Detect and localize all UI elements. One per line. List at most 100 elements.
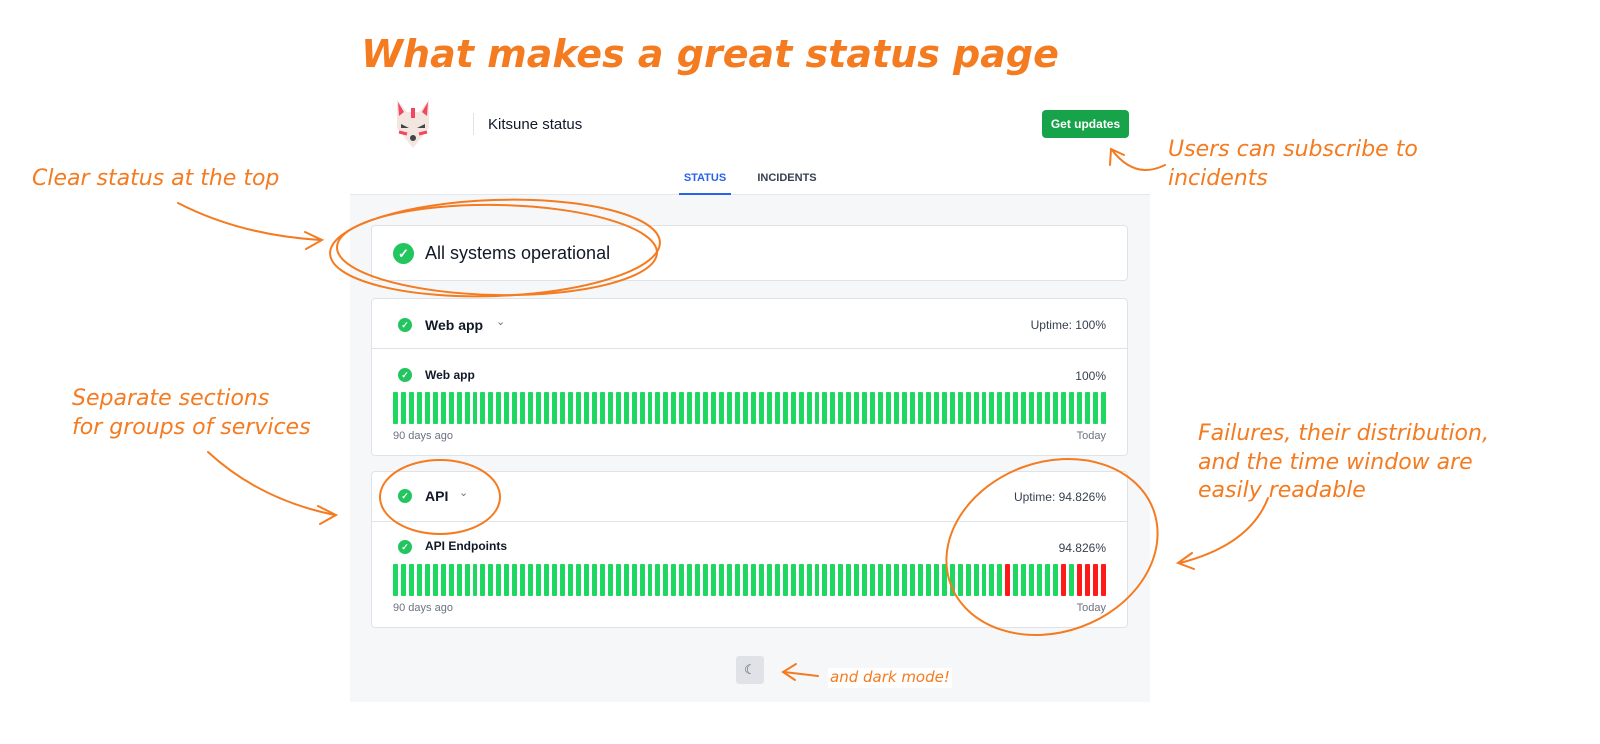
uptime-bar-ok[interactable] — [822, 564, 828, 596]
uptime-bar-ok[interactable] — [997, 392, 1003, 424]
uptime-bar-ok[interactable] — [504, 392, 510, 424]
uptime-bar-ok[interactable] — [902, 564, 907, 596]
uptime-bar-ok[interactable] — [750, 392, 756, 424]
uptime-bar-ok[interactable] — [512, 564, 518, 596]
uptime-bar-ok[interactable] — [1076, 392, 1082, 424]
uptime-bar-ok[interactable] — [925, 564, 931, 596]
uptime-bar-ok[interactable] — [878, 392, 884, 424]
uptime-bar-ok[interactable] — [432, 392, 438, 424]
uptime-bar-ok[interactable] — [496, 564, 502, 596]
tab-incidents[interactable]: INCIDENTS — [752, 172, 822, 195]
uptime-bar-ok[interactable] — [687, 392, 693, 424]
uptime-bar-ok[interactable] — [774, 392, 780, 424]
uptime-bar-ok[interactable] — [734, 392, 740, 424]
uptime-bar-ok[interactable] — [798, 392, 804, 424]
uptime-bar-ok[interactable] — [1029, 564, 1035, 596]
uptime-bar-ok[interactable] — [917, 564, 923, 596]
uptime-bar-ok[interactable] — [973, 564, 979, 596]
uptime-bar-ok[interactable] — [567, 392, 573, 424]
uptime-bar-ok[interactable] — [440, 392, 446, 424]
uptime-bar-ok[interactable] — [909, 564, 915, 596]
uptime-bar-ok[interactable] — [480, 392, 486, 424]
uptime-bar-ok[interactable] — [806, 392, 812, 424]
uptime-bar-ok[interactable] — [719, 392, 725, 424]
uptime-bar-ok[interactable] — [846, 564, 852, 596]
uptime-bar-ok[interactable] — [886, 564, 892, 596]
chevron-down-icon[interactable]: ⌄ — [459, 486, 468, 499]
uptime-bar-ok[interactable] — [567, 564, 573, 596]
uptime-bar-ok[interactable] — [790, 392, 796, 424]
uptime-bar-ok[interactable] — [894, 392, 899, 424]
uptime-bar-ok[interactable] — [798, 564, 804, 596]
uptime-bar-ok[interactable] — [1053, 392, 1059, 424]
uptime-bar-ok[interactable] — [408, 392, 414, 424]
uptime-bar-ok[interactable] — [703, 564, 709, 596]
uptime-bar-ok[interactable] — [949, 564, 955, 596]
uptime-bar-ok[interactable] — [1029, 392, 1035, 424]
uptime-bar-ok[interactable] — [727, 564, 732, 596]
uptime-bar-ok[interactable] — [862, 392, 868, 424]
uptime-bar-ok[interactable] — [965, 564, 971, 596]
uptime-bar-ok[interactable] — [520, 392, 526, 424]
uptime-bar-ok[interactable] — [695, 392, 701, 424]
uptime-bar-ok[interactable] — [949, 392, 955, 424]
uptime-bar-ok[interactable] — [615, 564, 621, 596]
uptime-bar-ok[interactable] — [1013, 392, 1019, 424]
uptime-bar-ok[interactable] — [591, 392, 597, 424]
uptime-bar-ok[interactable] — [1037, 564, 1043, 596]
uptime-bar-ok[interactable] — [560, 564, 565, 596]
uptime-bar-ok[interactable] — [1061, 392, 1067, 424]
uptime-bar-ok[interactable] — [1021, 564, 1027, 596]
uptime-bar-ok[interactable] — [528, 564, 534, 596]
uptime-bar-ok[interactable] — [607, 392, 613, 424]
uptime-bar-failure[interactable] — [1076, 564, 1082, 596]
uptime-bar-ok[interactable] — [838, 392, 844, 424]
uptime-bar-ok[interactable] — [488, 564, 494, 596]
uptime-bar-ok[interactable] — [544, 392, 550, 424]
uptime-bar-ok[interactable] — [639, 392, 645, 424]
uptime-bar-ok[interactable] — [464, 392, 470, 424]
uptime-bar-ok[interactable] — [647, 392, 653, 424]
group-header[interactable]: ✓ API ⌄ Uptime: 94.826% — [372, 472, 1127, 522]
uptime-bar-ok[interactable] — [782, 392, 788, 424]
uptime-bar-ok[interactable] — [639, 564, 645, 596]
uptime-bar-ok[interactable] — [941, 392, 947, 424]
uptime-bar-ok[interactable] — [957, 564, 963, 596]
uptime-bar-ok[interactable] — [544, 564, 550, 596]
uptime-bar-ok[interactable] — [464, 564, 470, 596]
uptime-bar-ok[interactable] — [424, 564, 430, 596]
uptime-bar-ok[interactable] — [536, 392, 542, 424]
uptime-bar-ok[interactable] — [981, 392, 987, 424]
uptime-bar-ok[interactable] — [456, 392, 462, 424]
uptime-bar-ok[interactable] — [870, 564, 876, 596]
uptime-bar-ok[interactable] — [742, 392, 748, 424]
uptime-bar-ok[interactable] — [679, 564, 685, 596]
uptime-bar-ok[interactable] — [687, 564, 693, 596]
uptime-bar-ok[interactable] — [416, 564, 422, 596]
uptime-bar-ok[interactable] — [599, 564, 605, 596]
uptime-bar-ok[interactable] — [822, 392, 828, 424]
uptime-bar-ok[interactable] — [400, 392, 406, 424]
uptime-bar-ok[interactable] — [870, 392, 876, 424]
uptime-bar-ok[interactable] — [830, 392, 836, 424]
uptime-bar-ok[interactable] — [575, 564, 581, 596]
uptime-bar-ok[interactable] — [472, 564, 478, 596]
dark-mode-toggle[interactable]: ☾ — [736, 656, 764, 684]
uptime-bar-ok[interactable] — [854, 392, 860, 424]
uptime-bar-ok[interactable] — [456, 564, 462, 596]
uptime-bar-ok[interactable] — [989, 564, 995, 596]
uptime-bar-ok[interactable] — [1100, 392, 1106, 424]
uptime-bar-failure[interactable] — [1100, 564, 1106, 596]
uptime-bar-ok[interactable] — [1013, 564, 1019, 596]
uptime-bar-ok[interactable] — [552, 564, 558, 596]
uptime-bar-ok[interactable] — [1053, 564, 1059, 596]
uptime-bar-ok[interactable] — [1045, 392, 1051, 424]
uptime-bar-ok[interactable] — [758, 392, 764, 424]
uptime-bar-ok[interactable] — [655, 564, 661, 596]
uptime-bar-ok[interactable] — [766, 392, 772, 424]
uptime-bar-ok[interactable] — [941, 564, 947, 596]
uptime-bar-ok[interactable] — [878, 564, 884, 596]
uptime-bar-ok[interactable] — [711, 564, 717, 596]
uptime-bar-ok[interactable] — [703, 392, 709, 424]
uptime-bar-ok[interactable] — [424, 392, 430, 424]
